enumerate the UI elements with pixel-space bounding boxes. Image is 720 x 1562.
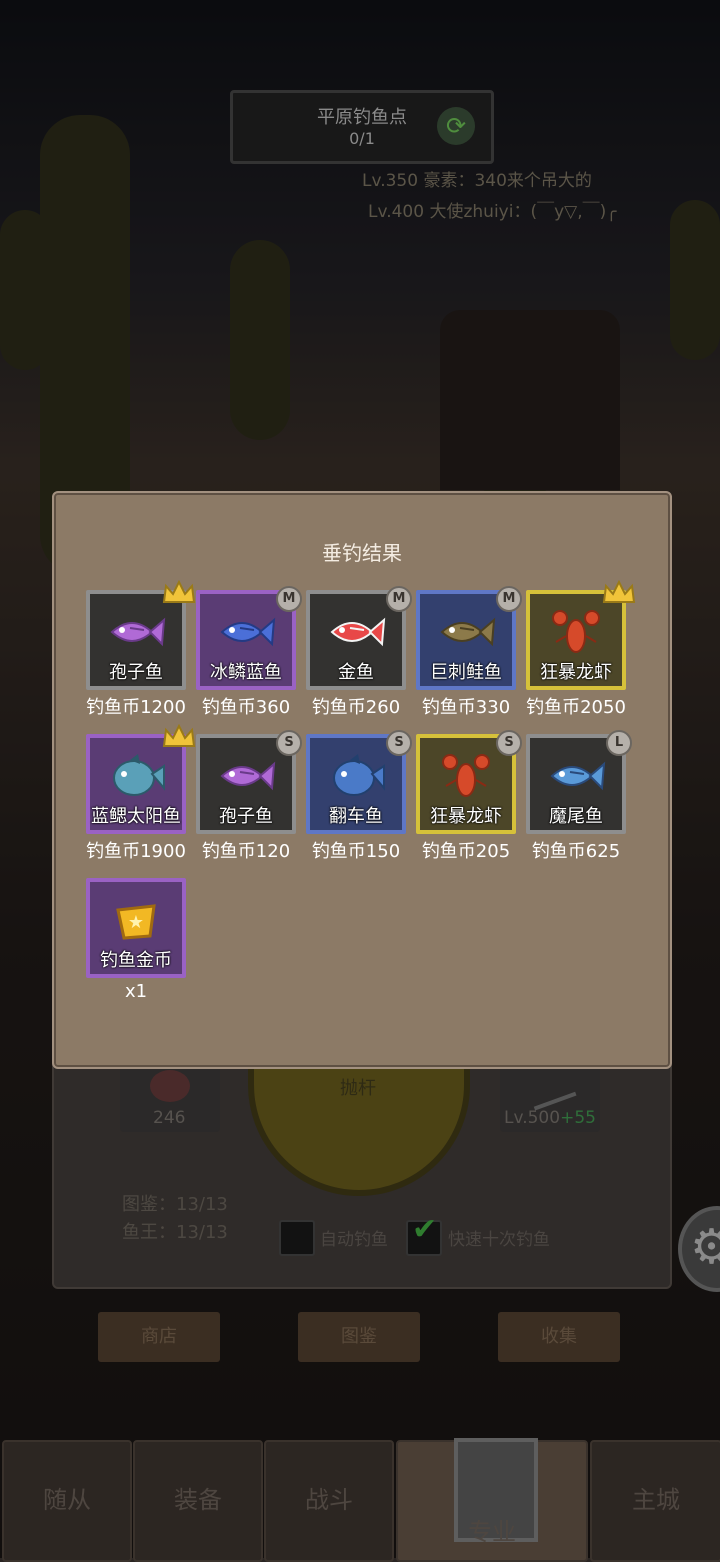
result-item-card[interactable]: 孢子鱼 <box>86 579 196 690</box>
bait-count: 246 <box>153 1108 186 1128</box>
item-price: 钓鱼币2050 <box>526 697 626 718</box>
spore-fish-icon <box>104 608 168 656</box>
item-name: 翻车鱼 <box>329 806 383 827</box>
nav-tab-main-city[interactable]: 主城 <box>590 1440 720 1562</box>
codex-button[interactable]: 图鉴 <box>298 1312 420 1362</box>
item-price: 钓鱼币120 <box>201 841 291 862</box>
shop-button[interactable]: 商店 <box>98 1312 220 1362</box>
rank-badge: L <box>606 730 632 756</box>
rank-badge: S <box>386 730 412 756</box>
refresh-icon[interactable]: ⟳ <box>437 107 475 145</box>
goldfish-icon <box>324 608 388 656</box>
fast-ten-checkbox[interactable]: ✔ <box>406 1212 442 1256</box>
collection-button[interactable]: 收集 <box>498 1312 620 1362</box>
result-item-card[interactable]: 巨刺鲑鱼 M <box>416 586 522 690</box>
sunfish-icon <box>104 752 168 800</box>
cast-label: 抛杆 <box>340 1078 376 1099</box>
item-price: 钓鱼币625 <box>531 841 621 862</box>
item-price: 钓鱼币1200 <box>86 697 186 718</box>
rod-level: Lv.500+55 <box>504 1108 596 1128</box>
svg-text:★: ★ <box>128 912 144 933</box>
fishing-spot-panel: 平原钓鱼点 0/1 ⟳ <box>230 90 494 164</box>
lobster-icon <box>434 752 498 800</box>
spiny-salmon-icon <box>434 608 498 656</box>
item-name: 巨刺鲑鱼 <box>430 662 502 683</box>
ocean-sunfish-icon <box>324 752 388 800</box>
result-item-card[interactable]: 孢子鱼 S <box>196 730 302 834</box>
item-name: 狂暴龙虾 <box>540 662 612 683</box>
item-name: 冰鳞蓝鱼 <box>210 662 282 683</box>
broadcast-message: Lv.350 豪素：340来个吊大的 <box>362 171 592 191</box>
rank-badge: S <box>276 730 302 756</box>
nav-label: 主城 <box>632 1486 680 1514</box>
rod-icon <box>523 1063 577 1111</box>
auto-fish-checkbox[interactable] <box>279 1220 315 1256</box>
item-name: 钓鱼金币 <box>100 950 172 971</box>
nav-label: 专业 <box>468 1518 516 1546</box>
nav-tab-battle[interactable]: 战斗 <box>264 1440 394 1562</box>
nav-label: 装备 <box>174 1486 222 1514</box>
item-name: 蓝鳃太阳鱼 <box>91 806 181 827</box>
item-price: 钓鱼币150 <box>311 841 401 862</box>
nav-tab-followers[interactable]: 随从 <box>2 1440 132 1562</box>
fast-ten-label: 快速十次钓鱼 <box>448 1230 550 1250</box>
nav-tab-equipment[interactable]: 装备 <box>133 1440 263 1562</box>
dialog-title: 垂钓结果 <box>322 541 402 565</box>
result-item-card[interactable]: 冰鳞蓝鱼 M <box>196 586 302 690</box>
rod-slot[interactable]: Lv.500+55 <box>500 1063 600 1132</box>
item-price: 钓鱼币330 <box>421 697 511 718</box>
broadcast-message: Lv.400 大使zhuiyi：(￣y▽,￣)╭ <box>368 202 617 222</box>
nav-tab-profession[interactable]: 专业 <box>396 1438 588 1562</box>
bait-icon <box>150 1070 190 1102</box>
item-price: 钓鱼币205 <box>421 841 511 862</box>
auto-fish-label: 自动钓鱼 <box>320 1230 388 1250</box>
result-item-card[interactable]: 蓝鳃太阳鱼 <box>86 723 196 834</box>
codex-stat: 图鉴：13/13 <box>122 1194 228 1215</box>
nav-label: 随从 <box>43 1486 91 1514</box>
check-icon: ✔ <box>412 1212 438 1247</box>
result-item-card[interactable]: 狂暴龙虾 <box>526 579 636 690</box>
nav-label: 战斗 <box>305 1486 353 1514</box>
fishing-coin-icon: ★ <box>104 896 168 944</box>
rank-badge: M <box>276 586 302 612</box>
result-item-card[interactable]: 翻车鱼 S <box>306 730 412 834</box>
item-name: 孢子鱼 <box>109 662 163 683</box>
crown-icon <box>162 579 196 606</box>
rank-badge: M <box>386 586 412 612</box>
item-price: 钓鱼币1900 <box>86 841 186 862</box>
item-price: 钓鱼币260 <box>311 697 401 718</box>
item-name: 狂暴龙虾 <box>430 806 502 827</box>
rank-badge: S <box>496 730 522 756</box>
crown-icon <box>602 579 636 606</box>
rank-badge: M <box>496 586 522 612</box>
magic-tail-fish-icon <box>544 752 608 800</box>
result-item-card[interactable]: 金鱼 M <box>306 586 412 690</box>
item-price: 钓鱼币360 <box>201 697 291 718</box>
blue-fish-icon <box>214 608 278 656</box>
item-name: 金鱼 <box>338 662 374 683</box>
result-item-card[interactable]: 狂暴龙虾 S <box>416 730 522 834</box>
king-stat: 鱼王：13/13 <box>122 1222 228 1243</box>
item-price: x1 <box>124 981 148 1002</box>
result-item-card[interactable]: ★ 钓鱼金币 <box>86 878 186 978</box>
item-name: 魔尾鱼 <box>549 806 603 827</box>
item-name: 孢子鱼 <box>219 806 273 827</box>
spore-fish-icon <box>214 752 278 800</box>
result-item-card[interactable]: 魔尾鱼 L <box>526 730 632 834</box>
crown-icon <box>162 723 196 750</box>
lobster-icon <box>544 608 608 656</box>
bait-slot[interactable]: 246 <box>120 1066 220 1132</box>
